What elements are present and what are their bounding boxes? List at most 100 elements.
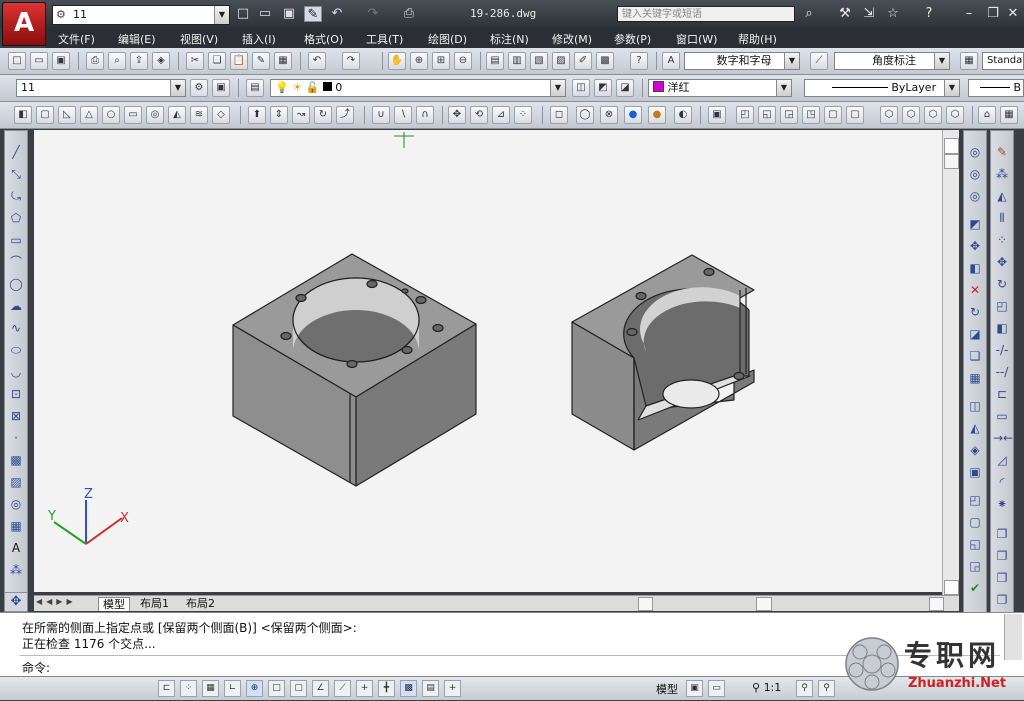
layer-state-manager-icon[interactable]: ⚙ <box>190 79 208 97</box>
cone-icon[interactable]: △ <box>80 106 98 124</box>
copy-icon[interactable]: ❏ <box>208 52 226 70</box>
sweep-icon[interactable]: ↝ <box>292 106 310 124</box>
gradient-icon[interactable]: ▨ <box>7 473 25 491</box>
undo-icon[interactable]: ↶ <box>308 52 326 70</box>
loft-icon[interactable]: ⤴ <box>336 106 354 124</box>
tab-nav-arrows[interactable]: ◀◀▶▶ <box>36 597 96 610</box>
zoom-window-icon[interactable]: ⊞ <box>432 52 450 70</box>
se-iso-icon[interactable]: ⬡ <box>902 106 920 124</box>
box-icon[interactable]: ▢ <box>36 106 54 124</box>
calculator-icon[interactable]: ▩ <box>596 52 614 70</box>
tab-layout1[interactable]: 布局1 <box>136 597 173 610</box>
dynamic-input-icon[interactable]: + <box>356 680 373 697</box>
annotation-visibility-icon[interactable]: ⚲ <box>796 680 813 697</box>
rotate-icon[interactable]: ↻ <box>993 275 1011 293</box>
menu-insert[interactable]: 插入(I) <box>242 31 276 47</box>
plot-icon[interactable]: ⎙ <box>86 52 104 70</box>
color-combo[interactable]: 洋红 ▼ <box>648 79 792 97</box>
quick-properties-icon[interactable]: ▤ <box>422 680 439 697</box>
object-snap-icon[interactable]: □ <box>268 680 285 697</box>
dimension-style-combo[interactable]: 角度标注 ▼ <box>834 52 950 70</box>
menu-format[interactable]: 格式(O) <box>304 31 343 47</box>
delete-faces-icon[interactable]: ✕ <box>966 281 984 299</box>
drawing-canvas[interactable]: Z X Y <box>34 130 942 592</box>
lineweight-combo[interactable]: B <box>968 79 1024 97</box>
ellipse-icon[interactable]: ⬭ <box>7 341 25 359</box>
redo-icon[interactable]: ↷ <box>364 6 382 22</box>
help-icon[interactable]: ? <box>630 52 648 70</box>
infer-constraints-icon[interactable]: ⊏ <box>158 680 175 697</box>
scroll-down-icon[interactable] <box>944 580 959 595</box>
menu-dimension[interactable]: 标注(N) <box>490 31 529 47</box>
print-icon[interactable]: ⎙ <box>400 6 418 22</box>
save-icon[interactable]: ▣ <box>52 52 70 70</box>
line-icon[interactable]: ╱ <box>7 143 25 161</box>
3d-object-snap-icon[interactable]: ▢ <box>290 680 307 697</box>
layer-properties-icon[interactable]: ▤ <box>246 79 264 97</box>
lineweight-icon[interactable]: ╋ <box>378 680 395 697</box>
paste-clip-icon[interactable]: ❐ <box>993 547 1011 565</box>
design-center-icon[interactable]: ▥ <box>508 52 526 70</box>
2d-wireframe-icon[interactable]: ◻ <box>550 106 568 124</box>
separate-icon[interactable]: ◰ <box>966 491 984 509</box>
back-view-icon[interactable]: ▢ <box>846 106 864 124</box>
nw-iso-icon[interactable]: ⬡ <box>946 106 964 124</box>
mirror-icon[interactable]: ◭ <box>993 187 1011 205</box>
revision-cloud-icon[interactable]: ☁ <box>7 297 25 315</box>
point-icon[interactable]: · <box>7 429 25 447</box>
insert-block-icon[interactable]: ⊡ <box>7 385 25 403</box>
binoculars-icon[interactable]: ⌕ <box>800 6 818 22</box>
slice-icon[interactable]: ◲ <box>966 557 984 575</box>
ne-iso-icon[interactable]: ⬡ <box>924 106 942 124</box>
menu-modify[interactable]: 修改(M) <box>552 31 592 47</box>
restore-icon[interactable]: ❐ <box>984 6 1002 22</box>
menu-edit[interactable]: 编辑(E) <box>118 31 156 47</box>
preview-icon[interactable]: ⌕ <box>108 52 126 70</box>
layer-state-combo[interactable]: 11 ▼ <box>16 79 186 97</box>
construction-line-icon[interactable]: ⤡ <box>7 165 25 183</box>
visual-styles-manager-icon[interactable]: ◐ <box>674 106 692 124</box>
3d-move-icon[interactable]: ✥ <box>448 106 466 124</box>
polyline-icon[interactable]: ⤿ <box>7 187 25 205</box>
tool-palettes-icon[interactable]: ▧ <box>530 52 548 70</box>
grid-display-icon[interactable]: ▦ <box>202 680 219 697</box>
left-view-icon[interactable]: ◲ <box>780 106 798 124</box>
explode-icon[interactable]: ⁕ <box>993 495 1011 513</box>
minimize-icon[interactable]: – <box>960 6 978 22</box>
scroll-up-icon[interactable] <box>944 138 959 154</box>
wedge-icon[interactable]: ◺ <box>58 106 76 124</box>
match-properties-icon[interactable]: ✎ <box>252 52 270 70</box>
rotate-faces-icon[interactable]: ↻ <box>966 303 984 321</box>
save-icon[interactable]: ▣ <box>280 6 298 22</box>
scroll-thumb[interactable] <box>944 154 959 169</box>
hatch-icon[interactable]: ▩ <box>7 451 25 469</box>
offset-faces-icon[interactable]: ◧ <box>966 259 984 277</box>
shaded-icon[interactable]: ● <box>648 106 666 124</box>
linetype-combo[interactable]: ByLayer ▼ <box>804 79 960 97</box>
erase-icon[interactable]: ✎ <box>993 143 1011 161</box>
copy-object-icon[interactable]: ⁂ <box>993 165 1011 183</box>
copy-faces-icon[interactable]: ❏ <box>966 347 984 365</box>
workspace-combo[interactable]: ⚙ 11 ▼ <box>52 5 230 25</box>
quick-view-layouts-icon[interactable]: ▣ <box>686 680 703 697</box>
tab-model[interactable]: 模型 <box>98 597 130 611</box>
publish-icon[interactable]: ⇪ <box>130 52 148 70</box>
chamfer-icon[interactable]: ◿ <box>993 451 1011 469</box>
offset-icon[interactable]: ⫴ <box>993 209 1011 227</box>
copy-clip-icon[interactable]: ❐ <box>993 525 1011 543</box>
move-faces-icon[interactable]: ✥ <box>966 237 984 255</box>
tab-layout2[interactable]: 布局2 <box>182 597 219 610</box>
object-snap-tracking-icon[interactable]: ∠ <box>312 680 329 697</box>
right-view-icon[interactable]: ◳ <box>802 106 820 124</box>
table-icon[interactable]: ▦ <box>7 517 25 535</box>
paste-block-icon[interactable]: ❐ <box>993 569 1011 587</box>
chevron-down-icon[interactable]: ▼ <box>934 53 949 69</box>
layer-previous-icon[interactable]: ◩ <box>594 79 612 97</box>
paste-orig-icon[interactable]: ❐ <box>993 591 1011 609</box>
scale-icon[interactable]: ◰ <box>993 297 1011 315</box>
stretch-icon[interactable]: ◧ <box>993 319 1011 337</box>
hidden-icon[interactable]: ◯ <box>576 106 594 124</box>
3d-print-icon[interactable]: ◈ <box>152 52 170 70</box>
open-icon[interactable]: ▭ <box>30 52 48 70</box>
hscroll-thumb[interactable] <box>756 597 772 611</box>
